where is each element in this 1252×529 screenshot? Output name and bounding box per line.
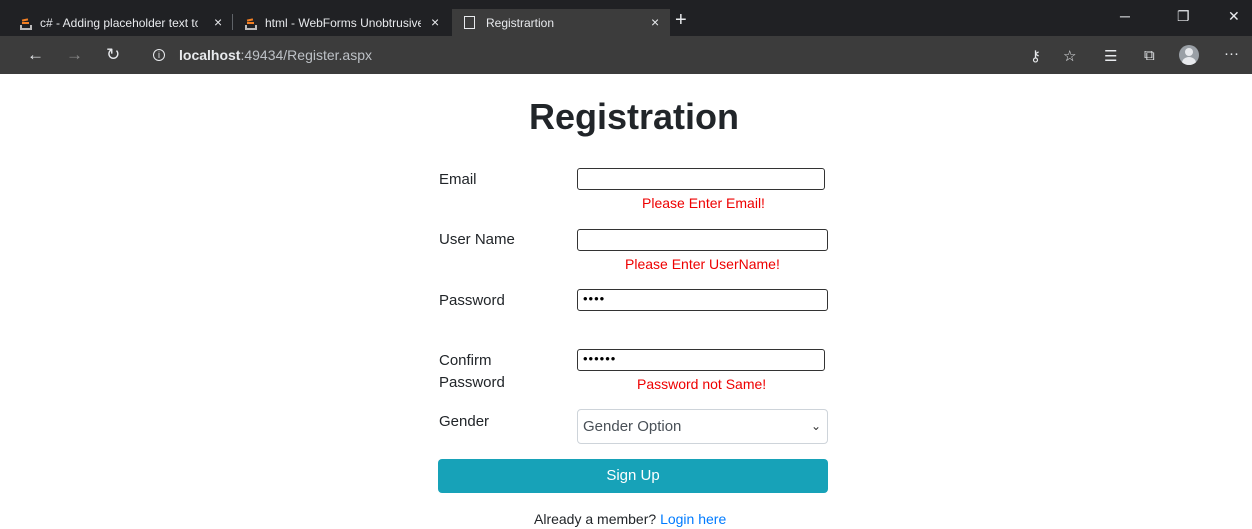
favorite-star-icon[interactable]: ☆ [1063,47,1076,65]
email-error: Please Enter Email! [642,195,765,211]
confirm-password-error: Password not Same! [637,376,767,392]
tab-stackoverflow-1[interactable]: c# - Adding placeholder text to t × [10,9,230,36]
username-label: User Name [439,231,515,248]
login-link[interactable]: Login here [660,511,726,527]
key-icon[interactable]: ⚷ [1030,47,1041,65]
refresh-icon[interactable]: ↻ [106,46,120,63]
favorites-list-icon[interactable]: ☰ [1104,47,1117,65]
more-menu-icon[interactable]: ··· [1224,45,1239,62]
forward-icon[interactable]: → [66,46,83,63]
page-icon [464,16,475,29]
minimize-icon[interactable]: ─ [1120,8,1130,24]
sign-up-button[interactable]: Sign Up [438,459,828,493]
stackoverflow-icon [20,16,32,30]
login-prompt: Already a member? Login here [534,511,726,527]
confirm-password-label-line1: Confirm [439,352,492,369]
tab-registration[interactable]: Registrartion × [452,9,670,36]
already-member-text: Already a member? [534,511,657,527]
page-title: Registration [528,96,740,137]
tab-close-icon[interactable]: × [431,14,439,30]
chevron-down-icon: ⌄ [810,419,821,433]
collections-icon[interactable]: ⧉ [1144,47,1155,64]
gender-select[interactable]: Gender Option ⌄ [577,409,828,444]
confirm-password-field[interactable]: •••••• [577,349,825,371]
tab-separator [232,14,233,30]
window-close-icon[interactable]: ✕ [1228,8,1240,25]
tab-strip: c# - Adding placeholder text to t × html… [0,0,1252,36]
password-label: Password [439,292,505,309]
new-tab-icon[interactable]: + [675,10,687,30]
tab-close-icon[interactable]: × [651,14,659,30]
tab-title: c# - Adding placeholder text to t [40,15,198,30]
email-label: Email [439,171,477,188]
password-field[interactable]: •••• [577,289,828,311]
gender-label: Gender [439,413,490,430]
site-info-icon[interactable]: i [153,49,165,61]
username-field[interactable] [577,229,828,251]
confirm-password-label-line2: Password [439,374,505,391]
back-icon[interactable]: ← [27,46,44,63]
tab-title: html - WebForms UnobtrusiveVa [265,15,421,30]
username-error: Please Enter UserName! [625,256,780,272]
stackoverflow-icon [245,16,257,30]
url-text[interactable]: localhost:49434/Register.aspx [179,47,372,63]
tab-stackoverflow-2[interactable]: html - WebForms UnobtrusiveVa × [235,9,450,36]
tab-close-icon[interactable]: × [214,14,222,30]
email-field[interactable] [577,168,825,190]
profile-avatar-icon[interactable] [1179,45,1199,65]
restore-icon[interactable]: ❐ [1177,8,1190,25]
tab-title: Registrartion [486,15,555,30]
gender-selected-value: Gender Option [583,418,682,435]
